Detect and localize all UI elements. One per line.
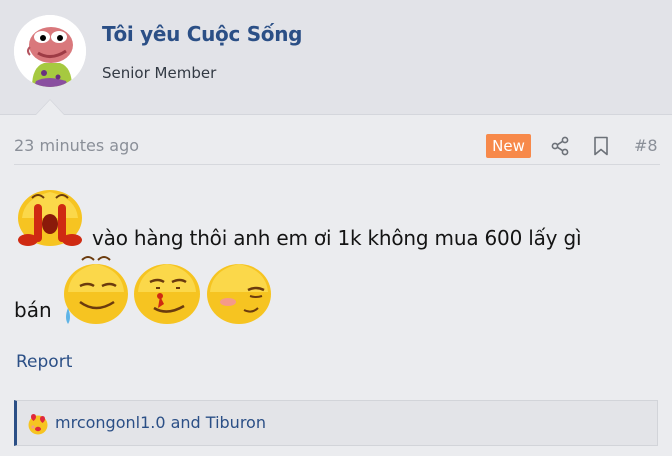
post-number-link[interactable]: #8	[634, 136, 658, 155]
reactions-bar[interactable]: mrcongonl1.0 and Tiburon	[14, 400, 658, 446]
share-icon[interactable]	[550, 136, 570, 156]
bookmark-icon[interactable]	[592, 136, 610, 156]
pepe-frog-avatar-icon	[14, 15, 86, 87]
username-link[interactable]: Tôi yêu Cuộc Sống	[102, 22, 303, 46]
bleeding-nose-emoji-icon	[134, 264, 200, 324]
message-text-line1: vào hàng thôi anh em ơi 1k không mua 600…	[92, 226, 582, 250]
avatar[interactable]	[14, 15, 86, 87]
message-text-line2: bán	[14, 298, 52, 322]
crying-blood-emoji-icon	[18, 190, 82, 246]
reaction-users-text[interactable]: mrcongonl1.0 and Tiburon	[55, 413, 266, 432]
sweating-smile-emoji-icon	[64, 256, 128, 324]
header-pointer	[36, 100, 64, 115]
message-body: vào hàng thôi anh em ơi 1k không mua 600…	[14, 180, 664, 330]
love-kiss-emoji-icon	[28, 414, 48, 435]
new-badge: New	[486, 134, 531, 158]
user-title: Senior Member	[102, 64, 217, 82]
embarrassed-emoji-icon	[207, 264, 271, 324]
user-header: Tôi yêu Cuộc Sống Senior Member	[0, 0, 672, 115]
report-link[interactable]: Report	[16, 352, 72, 372]
post-timestamp[interactable]: 23 minutes ago	[14, 136, 139, 155]
post-meta: 23 minutes ago New #8	[14, 134, 660, 165]
